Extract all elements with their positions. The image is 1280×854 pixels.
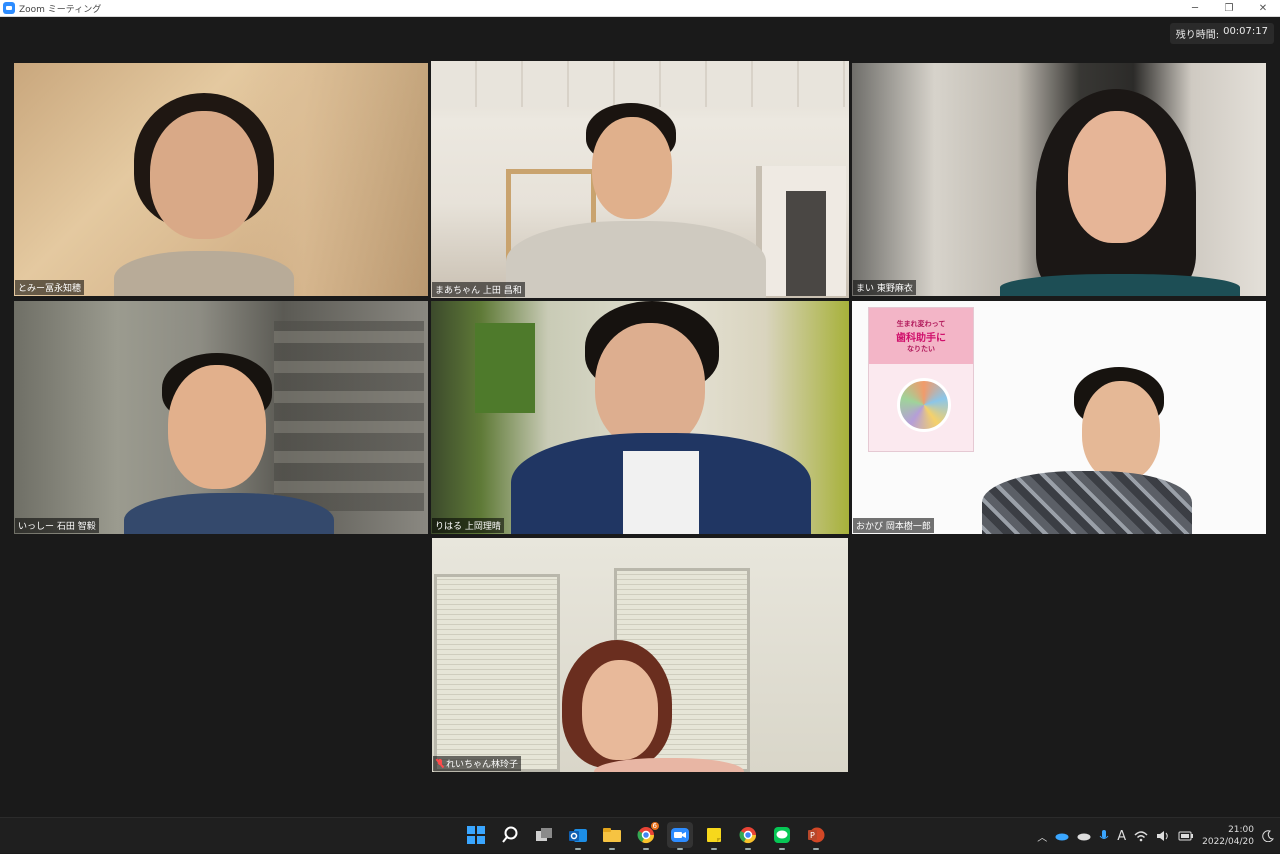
book-title-line: 生まれ変わって [896,319,946,328]
chrome-app[interactable]: 6 [633,822,659,850]
sticky-notes-app[interactable] [701,822,727,850]
participant-name-label: いっしー 石田 智毅 [15,518,99,533]
participant-name-label: りはる 上岡理晴 [432,518,504,533]
meeting-video-grid: 残り時間: 00:07:17 とみー冨永知穂 まあちゃん 上田 昌和 まい 東野… [0,17,1280,817]
volume-icon[interactable] [1156,830,1170,842]
participant-name-label: れいちゃん林玲子 [433,756,522,771]
book-cover-image: 生まれ変わって 歯科助手に なりたい [868,307,974,452]
zoom-icon [671,828,689,842]
outlook-icon [569,829,587,842]
cloud-icon[interactable] [1077,831,1091,841]
participant-video-image [554,640,754,772]
powerpoint-icon: P [808,827,825,843]
clock-date: 2022/04/20 [1202,837,1254,847]
window-controls: ─ ❐ ✕ [1178,0,1280,17]
system-tray: ︿ A 21:00 2022/04/20 [1037,818,1274,854]
svg-text:P: P [810,831,815,840]
participant-name-label: まあちゃん 上田 昌和 [432,282,525,297]
window-title: Zoom ミーティング [19,4,102,15]
video-tile-riharu[interactable]: りはる 上岡理晴 [431,301,849,534]
zoom-app-icon [3,2,15,14]
video-tile-maachan[interactable]: まあちゃん 上田 昌和 [431,61,849,298]
windows-start-button[interactable] [463,822,489,848]
video-tile-tomi[interactable]: とみー冨永知穂 [14,63,428,296]
chevron-up-icon[interactable]: ︿ [1037,829,1047,844]
video-tile-isshii[interactable]: いっしー 石田 智毅 [14,301,428,534]
participant-name-text: れいちゃん林玲子 [446,760,519,770]
video-tile-reichan[interactable]: れいちゃん林玲子 [432,538,848,772]
participant-name-label: おかび 岡本樹一郎 [853,518,934,533]
participant-video-image [982,367,1192,534]
participant-name-label: まい 東野麻衣 [853,280,916,295]
remaining-time-indicator: 残り時間: 00:07:17 [1169,23,1274,44]
participant-video-image [511,301,811,534]
app-running-indicator [711,848,717,850]
minimize-button[interactable]: ─ [1178,0,1212,17]
outlook-app[interactable] [565,822,591,850]
app-running-indicator [813,848,819,850]
app-running-indicator [677,848,683,850]
microphone-icon[interactable] [1099,829,1109,843]
muted-microphone-icon [436,759,444,768]
line-app[interactable] [769,822,795,850]
participant-name-label: とみー冨永知穂 [15,280,85,295]
app-running-indicator [575,848,581,850]
app-running-indicator [609,848,615,850]
search-icon [502,826,518,843]
search-button[interactable] [497,822,523,848]
windows-logo-icon [467,826,485,844]
participant-video-image [124,353,334,534]
book-illustration [897,378,951,432]
zoom-app[interactable] [667,822,693,850]
timer-value: 00:07:17 [1223,26,1268,37]
task-view-button[interactable] [531,822,557,848]
input-language-indicator[interactable]: A [1117,829,1126,844]
restore-button[interactable]: ❐ [1212,0,1246,17]
participant-video-image [506,103,766,298]
clock-time: 21:00 [1228,825,1254,835]
video-tile-mai[interactable]: まい 東野麻衣 [852,63,1266,296]
timer-label: 残り時間: [1175,30,1220,41]
participant-video-image [114,93,294,296]
focus-moon-icon[interactable] [1262,830,1274,842]
sticky-notes-icon [707,828,721,842]
line-icon [774,827,790,843]
wifi-icon[interactable] [1134,830,1148,842]
windows-taskbar: 6 P ︿ A 21:00 2022/04/20 [0,817,1280,853]
onedrive-icon[interactable] [1055,831,1069,841]
system-clock[interactable]: 21:00 2022/04/20 [1202,824,1254,848]
chrome-profile-app[interactable] [735,822,761,850]
notification-badge: 6 [650,822,659,830]
folder-icon [603,828,621,842]
app-running-indicator [745,848,751,850]
window-titlebar: Zoom ミーティング ─ ❐ ✕ [0,0,1280,17]
taskbar-apps: 6 P [463,822,829,850]
video-tile-okabi[interactable]: 生まれ変わって 歯科助手に なりたい おかび 岡本樹一郎 [852,301,1266,534]
participant-video-image [1000,89,1240,296]
book-title-line: 歯科助手に [896,332,946,344]
book-title-line: なりたい [907,344,935,353]
battery-icon[interactable] [1178,831,1194,841]
app-running-indicator [779,848,785,850]
powerpoint-app[interactable]: P [803,822,829,850]
chrome-icon [739,827,757,844]
file-explorer-app[interactable] [599,822,625,850]
task-view-icon [536,828,552,841]
close-button[interactable]: ✕ [1246,0,1280,17]
app-running-indicator [643,848,649,850]
